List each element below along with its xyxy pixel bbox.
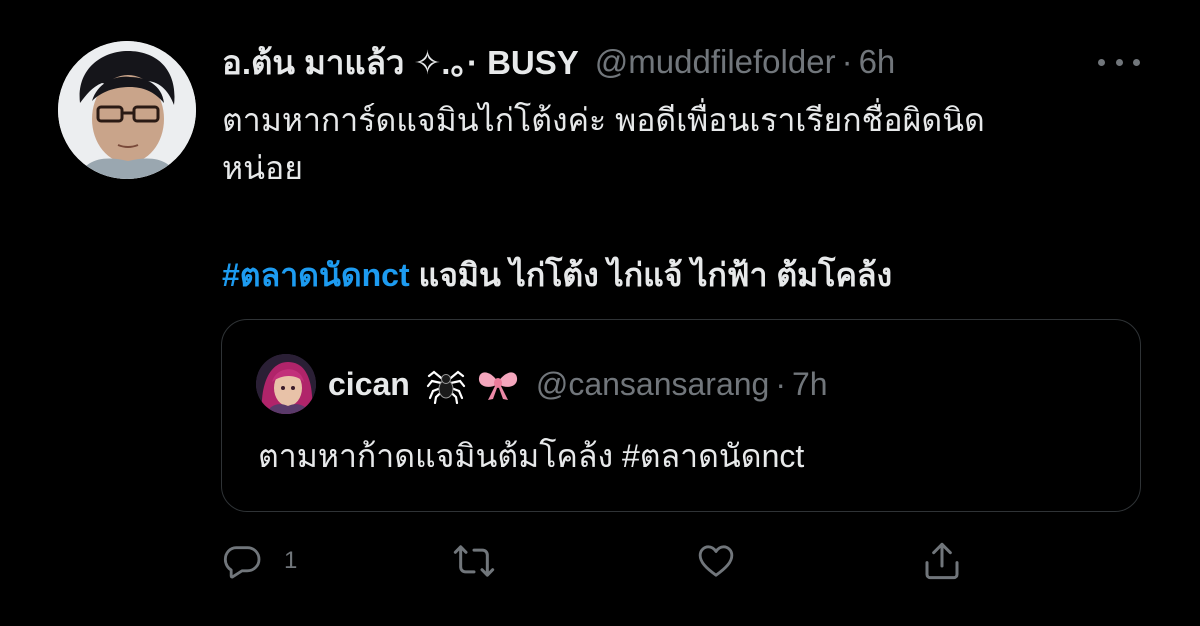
tweet-text-line: ตามหาการ์ดแจมินไก่โต้งค่ะ พอดีเพื่อนเราเ… xyxy=(222,102,985,138)
quote-author-display-name[interactable]: cican xyxy=(328,366,410,403)
header-separator: · xyxy=(841,43,853,80)
share-icon xyxy=(925,542,959,580)
more-dot xyxy=(1098,58,1105,66)
tags-text: แจมิน ไก่โต้ง ไก่แจ้ ไก่ฟ้า ต้มโคล้ง xyxy=(409,257,893,293)
author-avatar[interactable] xyxy=(58,41,196,179)
quote-avatar-image xyxy=(256,354,316,414)
tweet-actions: 1 xyxy=(222,536,982,586)
author-display-name[interactable]: อ.ต้น มาแล้ว ✧.。· BUSY xyxy=(222,36,579,89)
reply-button[interactable]: 1 xyxy=(222,536,297,586)
quote-header: cican @cansansarang · 7h xyxy=(328,360,828,408)
quote-text: ตามหาก้าดแจมินต้มโคล้ง #ตลาดนัดnct xyxy=(258,438,805,474)
tweet-timestamp[interactable]: 6h xyxy=(859,43,896,81)
hashtag-link[interactable]: #ตลาดนัดnct xyxy=(222,257,410,293)
spider-icon xyxy=(426,370,465,404)
like-button[interactable] xyxy=(694,536,738,586)
heart-icon xyxy=(698,545,734,577)
quote-header-separator: · xyxy=(775,365,786,402)
tweet-tags-line: #ตลาดนัดnct แจมิน ไก่โต้ง ไก่แจ้ ไก่ฟ้า … xyxy=(222,251,892,299)
retweet-icon xyxy=(453,545,495,577)
retweet-button[interactable] xyxy=(452,536,496,586)
quote-author-avatar[interactable] xyxy=(256,354,316,414)
quote-timestamp[interactable]: 7h xyxy=(792,366,828,403)
more-options-icon[interactable] xyxy=(1098,50,1140,74)
share-button[interactable] xyxy=(922,536,962,586)
quoted-tweet[interactable]: cican @cansansarang · 7h ตามหาก้าดแจมินต… xyxy=(221,319,1141,512)
more-dot xyxy=(1115,58,1123,66)
quote-author-handle[interactable]: @cansansarang xyxy=(536,366,770,403)
more-dot xyxy=(1133,58,1140,66)
bow-icon xyxy=(478,372,517,400)
tweet-header: อ.ต้น มาแล้ว ✧.。· BUSY @muddfilefolder ·… xyxy=(222,40,895,84)
tweet[interactable]: อ.ต้น มาแล้ว ✧.。· BUSY @muddfilefolder ·… xyxy=(0,0,1200,626)
reply-icon xyxy=(223,546,261,579)
reply-count: 1 xyxy=(284,547,298,574)
quote-name-emojis xyxy=(426,364,520,404)
tweet-text: ตามหาการ์ดแจมินไก่โต้งค่ะ พอดีเพื่อนเราเ… xyxy=(222,96,1152,192)
tweet-text-line: หน่อย xyxy=(222,150,303,186)
avatar-image xyxy=(58,41,196,179)
author-handle[interactable]: @muddfilefolder xyxy=(595,43,836,81)
